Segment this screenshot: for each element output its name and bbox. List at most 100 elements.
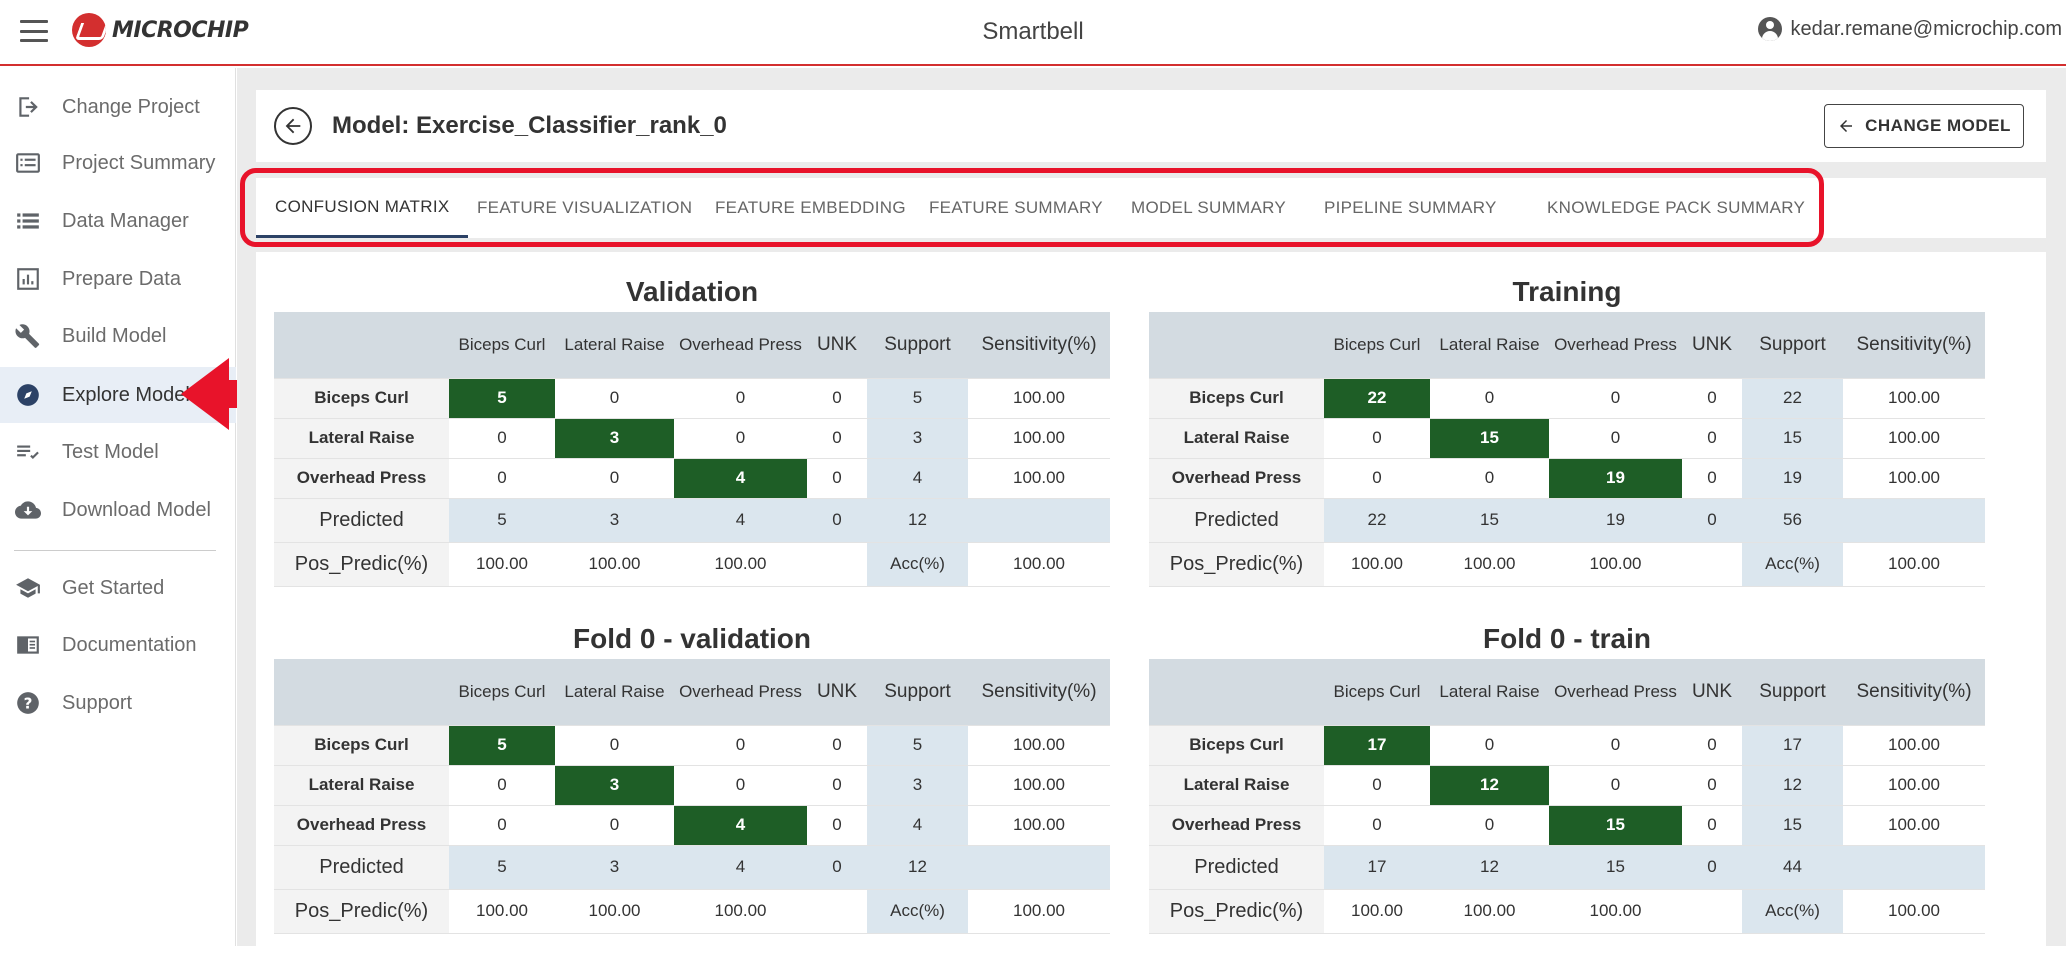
matrix-cell: 15 bbox=[1742, 805, 1843, 846]
sidebar-item-build-model[interactable]: Build Model bbox=[0, 308, 236, 364]
column-header: Overhead Press bbox=[1549, 659, 1682, 726]
list-icon bbox=[14, 207, 42, 235]
sidebar-item-support[interactable]: ? Support bbox=[0, 675, 236, 731]
matrix-cell: 5 bbox=[867, 725, 968, 766]
sidebar-item-download-model[interactable]: Download Model bbox=[0, 482, 236, 538]
predicted-cell: 19 bbox=[1549, 498, 1682, 543]
matrix-cell: 0 bbox=[449, 765, 555, 806]
tab-confusion-matrix[interactable]: CONFUSION MATRIX bbox=[256, 178, 469, 238]
pos-predic-cell: 100.00 bbox=[674, 542, 807, 587]
row-label: Lateral Raise bbox=[274, 418, 449, 459]
matrix-cell: 100.00 bbox=[1843, 805, 1985, 846]
chart-box-icon bbox=[14, 265, 42, 293]
column-header: Sensitivity(%) bbox=[1843, 659, 1985, 726]
column-header: Sensitivity(%) bbox=[968, 659, 1110, 726]
matrix-cell: 15 bbox=[1549, 805, 1682, 846]
tab-feature-summary[interactable]: FEATURE SUMMARY bbox=[929, 178, 1103, 238]
sidebar-item-get-started[interactable]: Get Started bbox=[0, 560, 236, 616]
sidebar-item-data-manager[interactable]: Data Manager bbox=[0, 193, 236, 249]
matrix-cell: 3 bbox=[867, 765, 968, 806]
matrix-cell: 0 bbox=[1430, 725, 1549, 766]
matrix-cell: 17 bbox=[1324, 725, 1430, 766]
predicted-cell bbox=[1843, 845, 1985, 890]
sidebar-item-label: Test Model bbox=[62, 440, 159, 463]
matrix-cell: 0 bbox=[1324, 765, 1430, 806]
matrix-cell: 0 bbox=[674, 725, 807, 766]
sidebar-item-documentation[interactable]: Documentation bbox=[0, 617, 236, 673]
matrix-cell: 3 bbox=[555, 418, 674, 459]
matrix-row: Lateral Raise 0 12 0 0 12 100.00 bbox=[1149, 765, 1985, 806]
row-label: Pos_Predic(%) bbox=[1149, 542, 1324, 587]
confusion-matrix-panel: Validation Biceps Curl Lateral Raise Overhe… bbox=[256, 252, 2046, 962]
column-header: UNK bbox=[1682, 312, 1742, 379]
matrix-cell: 100.00 bbox=[1843, 418, 1985, 459]
matrix-row: Overhead Press 0 0 15 0 15 100.00 bbox=[1149, 805, 1985, 846]
sidebar-item-label: Support bbox=[62, 691, 133, 714]
matrix-cell: 0 bbox=[1682, 378, 1742, 419]
change-model-button[interactable]: CHANGE MODEL bbox=[1824, 104, 2024, 148]
matrix-cell: 0 bbox=[1324, 418, 1430, 459]
pos-predic-cell: Acc(%) bbox=[1742, 542, 1843, 587]
column-header: Lateral Raise bbox=[555, 312, 674, 379]
column-header: Sensitivity(%) bbox=[1843, 312, 1985, 379]
pos-predic-cell: Acc(%) bbox=[1742, 889, 1843, 934]
row-label: Pos_Predic(%) bbox=[1149, 889, 1324, 934]
predicted-row: Predicted 17 12 15 0 44 bbox=[1149, 845, 1985, 890]
matrix-cell: 100.00 bbox=[1843, 725, 1985, 766]
school-icon bbox=[14, 574, 42, 602]
sidebar-item-project-summary[interactable]: Project Summary bbox=[0, 135, 236, 191]
matrix-cell: 100.00 bbox=[1843, 378, 1985, 419]
pos-predic-cell: 100.00 bbox=[1549, 542, 1682, 587]
sidebar-item-label: Get Started bbox=[62, 576, 165, 599]
hamburger-menu-icon[interactable] bbox=[20, 20, 48, 42]
matrix-cell: 0 bbox=[449, 458, 555, 499]
login-arrow-icon bbox=[14, 93, 42, 121]
matrix-cell: 5 bbox=[449, 725, 555, 766]
predicted-cell: 3 bbox=[555, 498, 674, 543]
pos-predic-cell bbox=[807, 542, 867, 587]
arrow-left-icon bbox=[1840, 120, 1853, 132]
predicted-cell: 12 bbox=[867, 498, 968, 543]
matrix-cell: 15 bbox=[1742, 418, 1843, 459]
brand-name: MICROCHIP bbox=[112, 17, 249, 43]
column-header: Lateral Raise bbox=[555, 659, 674, 726]
back-button[interactable] bbox=[274, 107, 312, 145]
sidebar-item-label: Change Project bbox=[62, 95, 200, 118]
sidebar-item-test-model[interactable]: Test Model bbox=[0, 424, 236, 480]
tab-feature-visualization[interactable]: FEATURE VISUALIZATION bbox=[477, 178, 692, 238]
predicted-cell: 15 bbox=[1549, 845, 1682, 890]
column-header: Lateral Raise bbox=[1430, 312, 1549, 379]
tab-bar: CONFUSION MATRIX FEATURE VISUALIZATION F… bbox=[256, 178, 2046, 238]
matrix-cell: 4 bbox=[674, 805, 807, 846]
tab-knowledge-pack-summary[interactable]: KNOWLEDGE PACK SUMMARY bbox=[1547, 178, 1805, 238]
column-header bbox=[274, 659, 449, 726]
confusion-matrix-table: Biceps Curl Lateral Raise Overhead Press UN… bbox=[274, 659, 1110, 934]
pos-predic-cell: 100.00 bbox=[1430, 542, 1549, 587]
sidebar-item-change-project[interactable]: Change Project bbox=[0, 79, 236, 135]
row-label: Biceps Curl bbox=[1149, 378, 1324, 419]
user-menu[interactable]: kedar.remane@microchip.com bbox=[1758, 17, 2062, 41]
row-label: Lateral Raise bbox=[274, 765, 449, 806]
sidebar-item-prepare-data[interactable]: Prepare Data bbox=[0, 251, 236, 307]
pos-predic-cell bbox=[1682, 542, 1742, 587]
matrix-cell: 0 bbox=[1682, 805, 1742, 846]
predicted-cell: 12 bbox=[1430, 845, 1549, 890]
matrix-cell: 0 bbox=[1682, 458, 1742, 499]
pos-predic-row: Pos_Predic(%) 100.00 100.00 100.00 Acc(%) 100… bbox=[274, 889, 1110, 934]
matrix-cell: 0 bbox=[449, 418, 555, 459]
predicted-cell: 0 bbox=[807, 498, 867, 543]
sidebar-item-label: Download Model bbox=[62, 498, 211, 521]
matrix-cell: 0 bbox=[1549, 725, 1682, 766]
matrix-cell: 0 bbox=[807, 418, 867, 459]
tab-model-summary[interactable]: MODEL SUMMARY bbox=[1131, 178, 1286, 238]
pos-predic-row: Pos_Predic(%) 100.00 100.00 100.00 Acc(%) 100… bbox=[1149, 542, 1985, 587]
pos-predic-cell: 100.00 bbox=[449, 889, 555, 934]
tab-feature-embedding[interactable]: FEATURE EMBEDDING bbox=[715, 178, 906, 238]
matrix-row: Biceps Curl 17 0 0 0 17 100.00 bbox=[1149, 725, 1985, 766]
column-header: Support bbox=[867, 312, 968, 379]
pos-predic-cell: 100.00 bbox=[968, 542, 1110, 587]
column-header: Support bbox=[867, 659, 968, 726]
tab-pipeline-summary[interactable]: PIPELINE SUMMARY bbox=[1324, 178, 1497, 238]
matrix-cell: 19 bbox=[1742, 458, 1843, 499]
matrix-row: Biceps Curl 5 0 0 0 5 100.00 bbox=[274, 378, 1110, 419]
